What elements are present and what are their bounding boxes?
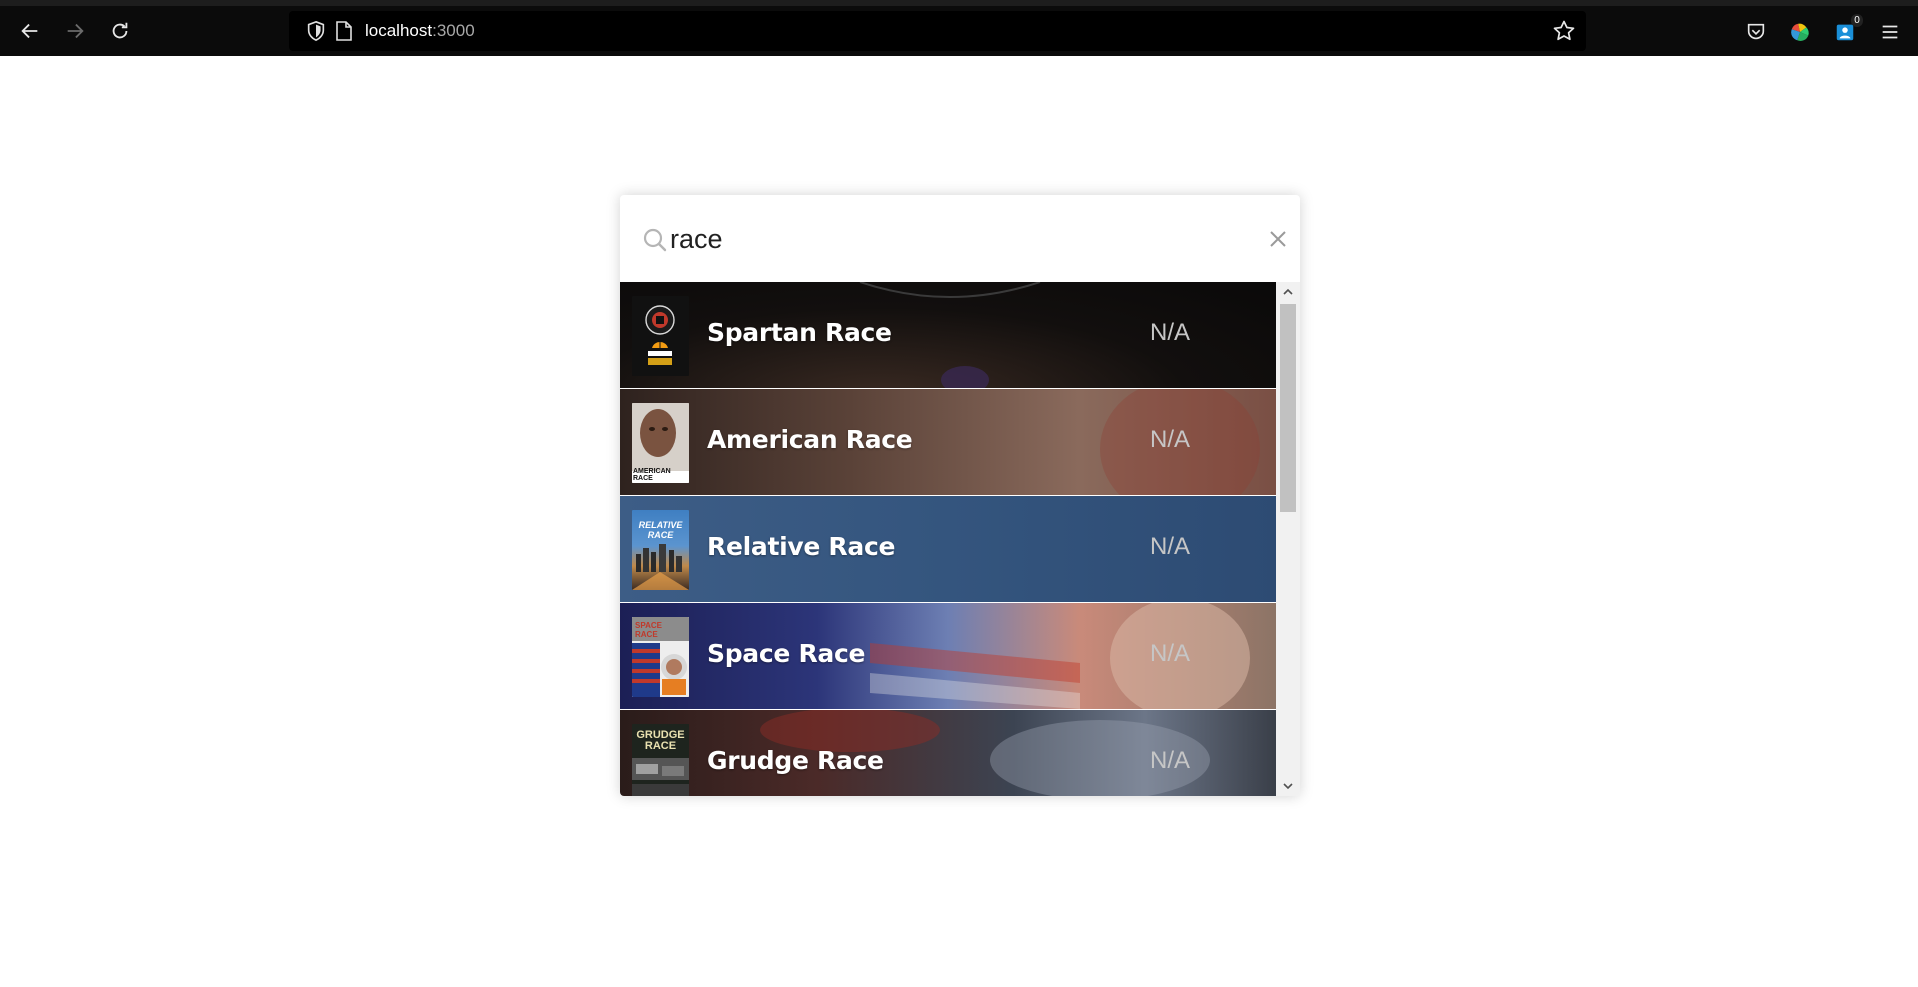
result-rating: N/A [1150, 640, 1191, 667]
scroll-down-arrow-icon[interactable] [1282, 780, 1294, 792]
hamburger-menu-icon [1882, 25, 1898, 39]
result-title: Spartan Race [707, 318, 892, 347]
results-list: Spartan Race N/A AMERICAN RACE American … [620, 282, 1276, 796]
result-item-spartan-race[interactable]: Spartan Race N/A [620, 282, 1276, 389]
result-title: Grudge Race [707, 746, 884, 775]
result-thumbnail: SPACE RACE [632, 617, 689, 697]
result-item-relative-race[interactable]: RELATIVE RACE Relative Race N/A [620, 496, 1276, 603]
reload-icon [112, 22, 128, 39]
arrow-left-icon [21, 23, 38, 39]
url-text[interactable]: localhost:3000 [365, 21, 475, 41]
thumbnail-caption: AMERICAN RACE [633, 468, 671, 482]
result-item-american-race[interactable]: AMERICAN RACE American Race N/A [620, 389, 1276, 496]
result-title: Relative Race [707, 532, 896, 561]
result-rating: N/A [1150, 319, 1191, 346]
result-title: American Race [707, 425, 913, 454]
result-rating: N/A [1150, 426, 1191, 453]
results-scrollbar[interactable] [1276, 282, 1300, 796]
extension-badge: 0 [1851, 14, 1863, 27]
result-title: Space Race [707, 639, 866, 668]
result-thumbnail: RELATIVE RACE [632, 510, 689, 590]
search-widget: Spartan Race N/A AMERICAN RACE Ame [620, 195, 1300, 796]
menu-button[interactable] [1878, 20, 1902, 44]
result-thumbnail: AMERICAN RACE [632, 403, 689, 483]
reload-button[interactable] [104, 15, 136, 47]
result-item-grudge-race[interactable]: GRUDGE RACE Grudge Race N/A [620, 710, 1276, 796]
clear-search-icon[interactable] [1268, 229, 1288, 249]
back-button[interactable] [14, 15, 46, 47]
pocket-icon [1747, 23, 1765, 40]
pocket-button[interactable] [1744, 20, 1768, 44]
search-icon [643, 228, 667, 252]
url-port: :3000 [432, 21, 475, 40]
thumbnail-caption: RELATIVE RACE [638, 520, 683, 540]
extension-user-button[interactable]: 0 [1833, 14, 1863, 44]
scroll-up-arrow-icon[interactable] [1282, 286, 1294, 298]
url-host: localhost [365, 21, 433, 40]
color-wheel-icon [1791, 23, 1809, 41]
search-bar [620, 195, 1300, 282]
extension-color-button[interactable] [1788, 20, 1812, 44]
thumbnail-caption: GRUDGE RACE [636, 729, 685, 752]
arrow-right-icon [67, 23, 84, 39]
forward-button[interactable] [59, 15, 91, 47]
shield-icon[interactable] [305, 20, 327, 42]
search-input[interactable] [670, 221, 1230, 257]
scrollbar-thumb[interactable] [1280, 304, 1296, 512]
result-item-space-race[interactable]: SPACE RACE Space Race N/A [620, 603, 1276, 710]
bookmark-star-icon[interactable] [1552, 19, 1576, 43]
page-icon[interactable] [335, 21, 353, 41]
address-bar[interactable]: localhost:3000 [289, 11, 1586, 51]
browser-toolbar: localhost:3000 0 [0, 0, 1918, 56]
result-rating: N/A [1150, 533, 1191, 560]
result-thumbnail [632, 296, 689, 376]
result-thumbnail: GRUDGE RACE [632, 724, 689, 796]
result-rating: N/A [1150, 747, 1191, 774]
thumbnail-caption: SPACE RACE [635, 621, 662, 639]
